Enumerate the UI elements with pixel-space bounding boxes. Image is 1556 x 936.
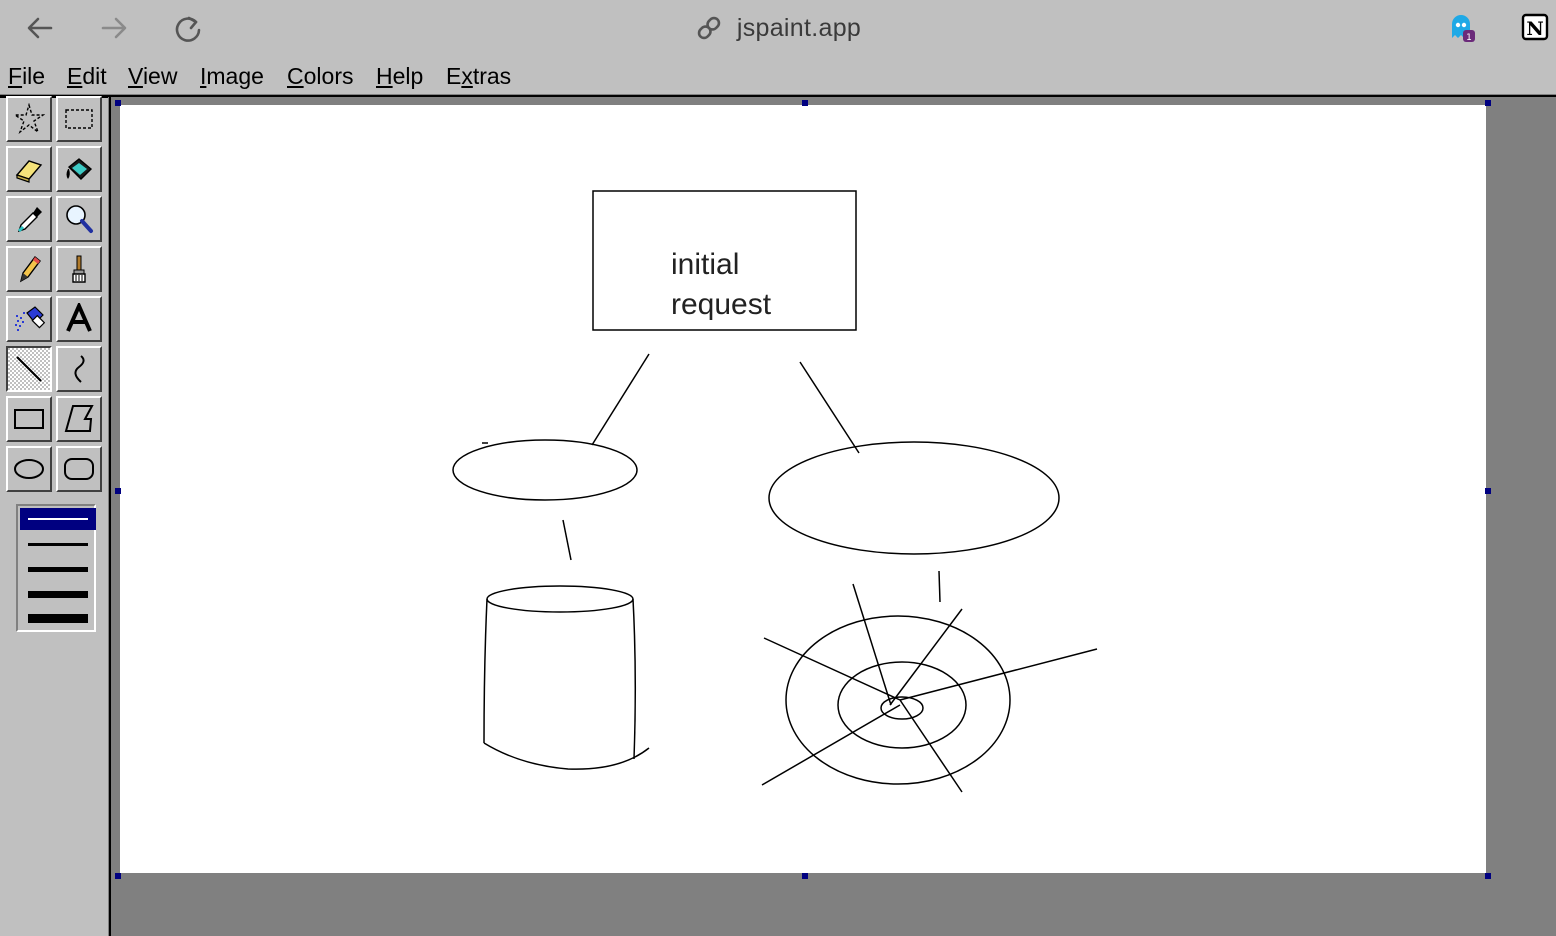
magnifier-icon	[66, 205, 93, 233]
drawn-ellipse-left	[452, 439, 638, 501]
line-width-5[interactable]	[20, 607, 96, 629]
drawn-line	[938, 570, 941, 603]
drawn-target-outer	[785, 615, 1011, 785]
rectangle-icon	[14, 409, 44, 429]
browser-toolbar: jspaint.app 1 N	[0, 0, 1556, 56]
tool-rectangle[interactable]	[6, 396, 52, 442]
curve-icon	[74, 355, 85, 383]
tool-polygon[interactable]	[56, 396, 102, 442]
resize-handle-bottom[interactable]	[802, 873, 808, 879]
drawn-line	[591, 353, 650, 446]
drawn-target-inner	[880, 696, 924, 720]
fill-bucket-icon	[66, 158, 93, 180]
polygon-icon	[64, 405, 94, 432]
text-icon	[66, 303, 92, 332]
tool-rounded-rectangle[interactable]	[56, 446, 102, 492]
ellipse-icon	[14, 459, 44, 479]
resize-handle-top[interactable]	[802, 100, 808, 106]
canvas-text-line2: request	[671, 288, 772, 321]
ghost-extension-icon: 1	[1452, 15, 1475, 42]
tool-curve[interactable]	[56, 346, 102, 392]
menu-bar: File Edit View Image Colors Help Extras	[0, 58, 1556, 94]
tool-pencil[interactable]	[6, 246, 52, 292]
pencil-icon	[19, 256, 41, 283]
toolbox	[4, 96, 106, 936]
reload-button[interactable]	[168, 8, 208, 48]
notion-letter: N	[1526, 18, 1543, 40]
drawing-canvas[interactable]: initial request	[120, 105, 1486, 873]
menu-edit[interactable]: Edit	[65, 62, 109, 90]
resize-handle-bottom-right[interactable]	[1485, 873, 1491, 879]
drawn-cylinder-top	[486, 585, 634, 613]
forward-arrow-icon	[101, 17, 127, 39]
drawn-line	[799, 361, 860, 454]
tool-ellipse[interactable]	[6, 446, 52, 492]
drawn-cylinder-bottom	[483, 742, 650, 770]
airbrush-icon	[15, 306, 45, 331]
menu-colors[interactable]: Colors	[285, 62, 355, 90]
menu-help[interactable]: Help	[374, 62, 425, 90]
resize-handle-bottom-left[interactable]	[115, 873, 121, 879]
drawn-target-middle	[837, 661, 967, 749]
menu-image[interactable]: Image	[198, 62, 266, 90]
line-width-4[interactable]	[20, 583, 96, 605]
forward-button[interactable]	[94, 8, 134, 48]
rounded-rectangle-icon	[64, 458, 94, 480]
drawn-cylinder-left	[483, 598, 488, 744]
line-width-3[interactable]	[20, 558, 96, 580]
resize-handle-top-left[interactable]	[115, 100, 121, 106]
address-bar: jspaint.app	[0, 10, 1556, 46]
line-icon	[16, 356, 42, 382]
resize-handle-top-right[interactable]	[1485, 100, 1491, 106]
ghost-extension-button[interactable]: 1	[1444, 10, 1478, 44]
resize-handle-right[interactable]	[1485, 488, 1491, 494]
menu-view[interactable]: View	[126, 62, 179, 90]
notion-icon: N	[1521, 13, 1549, 41]
tool-line[interactable]	[6, 346, 52, 392]
tool-airbrush[interactable]	[6, 296, 52, 342]
rectangle-select-icon	[65, 109, 93, 129]
url-text[interactable]: jspaint.app	[737, 14, 861, 43]
tool-rectangle-select[interactable]	[56, 96, 102, 142]
canvas-drawing	[452, 190, 1098, 793]
notion-button[interactable]: N	[1518, 10, 1552, 44]
back-arrow-icon	[27, 17, 53, 39]
tool-magnifier[interactable]	[56, 196, 102, 242]
line-width-2[interactable]	[20, 533, 96, 555]
tool-eraser[interactable]	[6, 146, 52, 192]
drawn-line	[899, 699, 963, 793]
free-form-select-icon	[13, 103, 45, 135]
tool-pick-color[interactable]	[6, 196, 52, 242]
drawn-line	[889, 608, 963, 706]
line-width-options	[16, 504, 96, 632]
tool-text[interactable]	[56, 296, 102, 342]
menu-extras[interactable]: Extras	[444, 62, 513, 90]
menu-file[interactable]: File	[6, 62, 47, 90]
tool-brush[interactable]	[56, 246, 102, 292]
drawn-cylinder-right	[632, 598, 637, 760]
reload-icon	[175, 16, 201, 42]
line-width-1[interactable]	[20, 508, 96, 530]
back-button[interactable]	[20, 8, 60, 48]
eraser-icon	[15, 160, 43, 183]
drawn-line	[899, 648, 1098, 701]
canvas-area: initial request	[111, 97, 1556, 936]
link-icon	[697, 16, 721, 40]
canvas-text-line1: initial	[671, 248, 740, 281]
drawn-line	[562, 519, 572, 561]
tool-free-form-select[interactable]	[6, 96, 52, 142]
ghost-badge: 1	[1466, 33, 1472, 42]
drawn-ellipse-right	[768, 441, 1060, 555]
brush-icon	[72, 255, 86, 283]
tool-fill-with-color[interactable]	[56, 146, 102, 192]
resize-handle-left[interactable]	[115, 488, 121, 494]
eyedropper-icon	[17, 207, 42, 233]
